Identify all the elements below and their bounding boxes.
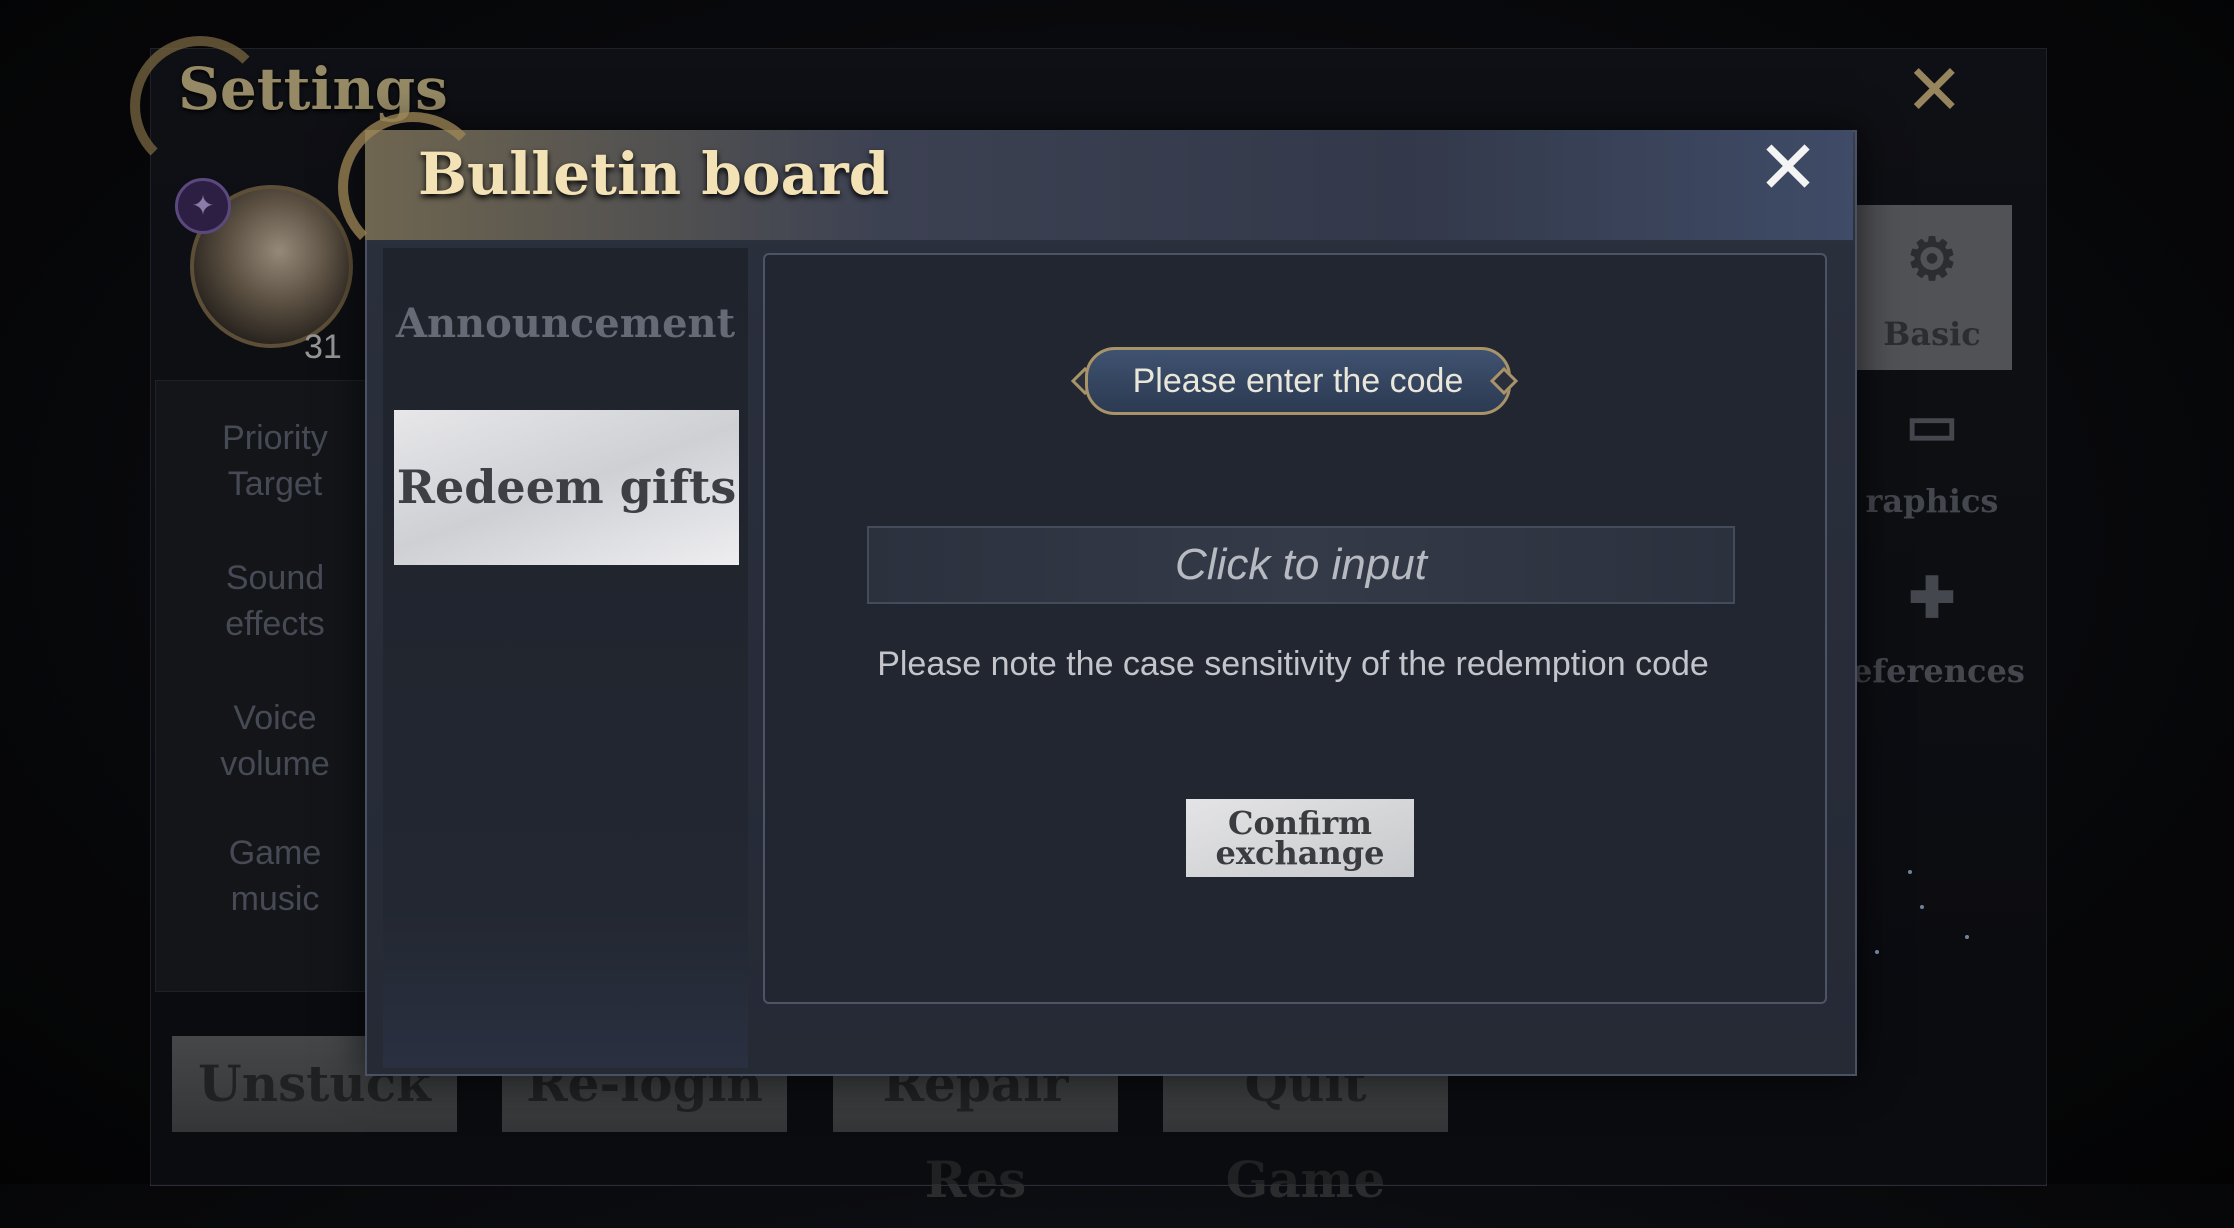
sparkle (1965, 935, 1969, 939)
sparkle (1908, 870, 1912, 874)
dialog-title: Bulletin board (418, 140, 890, 208)
confirm-exchange-button[interactable]: Confirm exchange (1186, 799, 1414, 877)
sparkle (1875, 950, 1879, 954)
dialog-tab-list (383, 248, 748, 1068)
sparkle (1920, 905, 1924, 909)
tab-redeem-gifts[interactable]: Redeem gifts (394, 410, 739, 565)
redeem-code-input[interactable]: Click to input (867, 526, 1735, 604)
tab-announcement[interactable]: Announcement (383, 300, 748, 347)
confirm-exchange-label: Confirm exchange (1215, 804, 1385, 872)
code-prompt-label: Please enter the code (1085, 347, 1511, 415)
close-icon[interactable]: ✕ (1752, 131, 1824, 205)
case-sensitivity-note: Please note the case sensitivity of the … (877, 645, 1709, 683)
